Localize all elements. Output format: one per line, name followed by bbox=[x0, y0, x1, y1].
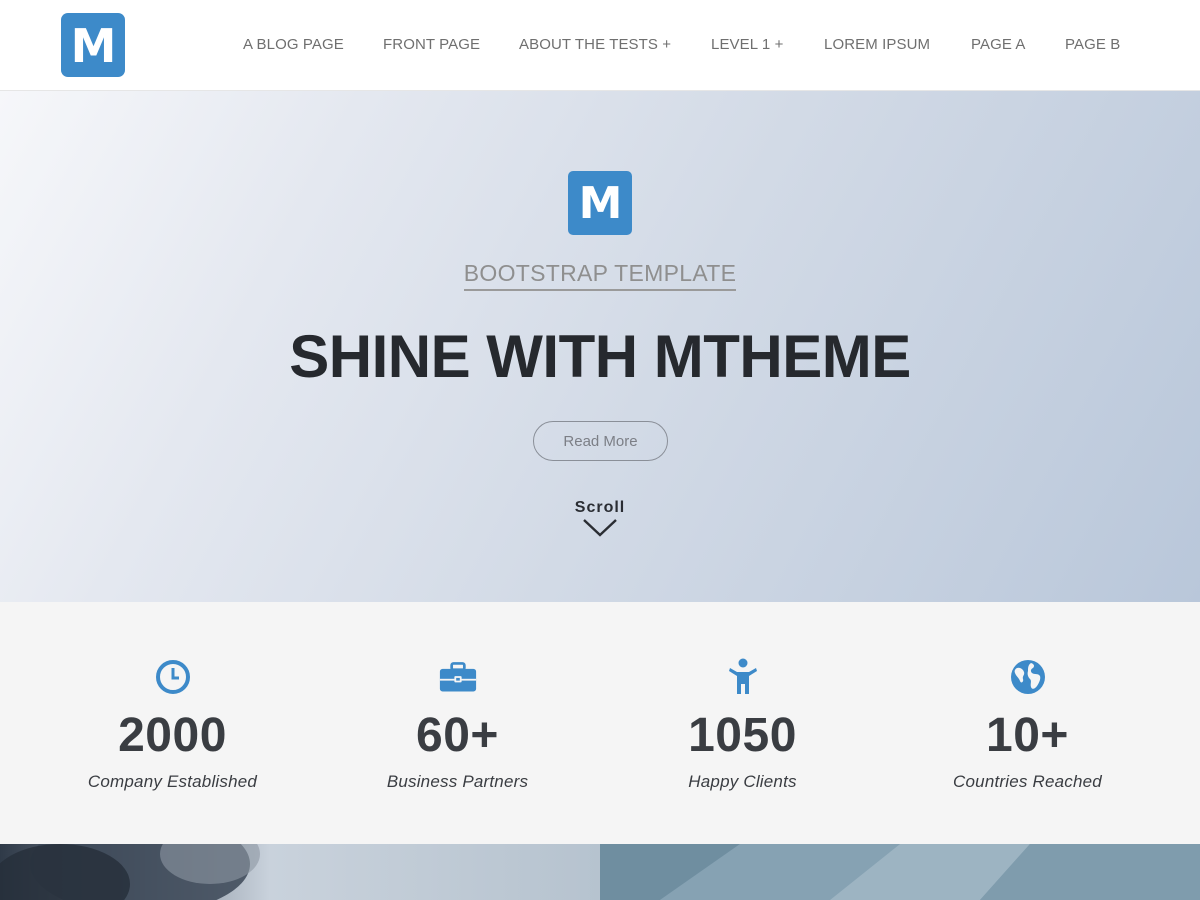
stat-item: 60+ Business Partners bbox=[315, 602, 600, 844]
read-more-button[interactable]: Read More bbox=[533, 421, 668, 461]
stat-label: Countries Reached bbox=[953, 772, 1102, 791]
stat-value: 10+ bbox=[986, 709, 1069, 762]
stat-label: Happy Clients bbox=[688, 772, 797, 791]
feature-image-left bbox=[0, 844, 600, 900]
clock-icon bbox=[154, 658, 192, 696]
stats-section: 2000 Company Established 60+ Business Pa… bbox=[0, 602, 1200, 844]
feature-image-right-art bbox=[600, 844, 1200, 900]
stat-item: 10+ Countries Reached bbox=[885, 602, 1170, 844]
stat-item: 1050 Happy Clients bbox=[600, 602, 885, 844]
chevron-down-icon bbox=[583, 519, 617, 537]
scroll-indicator[interactable]: Scroll bbox=[550, 499, 650, 549]
hero-subtitle-wrap: BOOTSTRAP TEMPLATE bbox=[0, 259, 1200, 291]
hero-section: M BOOTSTRAP TEMPLATE SHINE WITH MTHEME R… bbox=[0, 91, 1200, 602]
site-header: M A BLOG PAGE FRONT PAGE ABOUT THE TESTS… bbox=[0, 0, 1200, 91]
stat-label: Business Partners bbox=[386, 772, 529, 791]
globe-icon bbox=[1009, 658, 1047, 696]
scroll-label: Scroll bbox=[574, 499, 626, 516]
nav-item-page-b[interactable]: PAGE B bbox=[1065, 36, 1120, 53]
stat-value: 60+ bbox=[416, 709, 499, 762]
stat-value: 2000 bbox=[118, 709, 227, 762]
nav-item-page-a[interactable]: PAGE A bbox=[971, 36, 1026, 53]
hero-title: SHINE WITH MTHEME bbox=[289, 323, 911, 390]
nav-item-lorem-ipsum[interactable]: LOREM IPSUM bbox=[824, 36, 930, 53]
nav-item-level-1[interactable]: LEVEL 1 + bbox=[711, 36, 783, 53]
main-nav: A BLOG PAGE FRONT PAGE ABOUT THE TESTS +… bbox=[0, 0, 1200, 91]
nav-item-about-the-tests[interactable]: ABOUT THE TESTS + bbox=[519, 36, 671, 53]
hero-subtitle: BOOTSTRAP TEMPLATE bbox=[463, 259, 737, 291]
stat-label: Company Established bbox=[87, 772, 258, 791]
nav-item-front-page[interactable]: FRONT PAGE bbox=[383, 36, 480, 53]
person-icon bbox=[724, 658, 762, 696]
stat-item: 2000 Company Established bbox=[30, 602, 315, 844]
stat-value: 1050 bbox=[688, 709, 797, 762]
briefcase-icon bbox=[439, 658, 477, 696]
feature-image-right bbox=[600, 844, 1200, 900]
hero-logo-letter: M bbox=[578, 178, 623, 229]
nav-item-blog-page[interactable]: A BLOG PAGE bbox=[243, 36, 344, 53]
feature-image-left-art bbox=[0, 844, 260, 900]
hero-logo: M bbox=[568, 171, 632, 235]
